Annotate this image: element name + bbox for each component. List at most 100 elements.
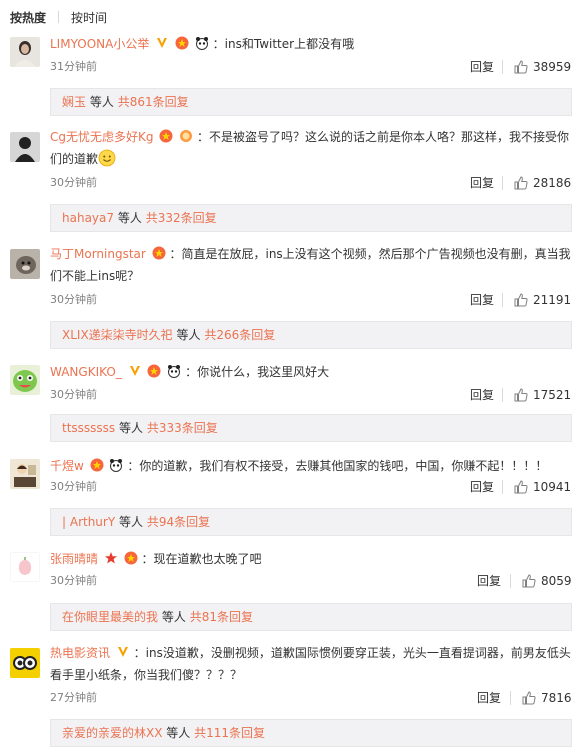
- reply-count-link[interactable]: 共333条回复: [147, 421, 218, 435]
- like-count: 8059: [541, 574, 572, 588]
- reply-button[interactable]: 回复: [470, 175, 494, 191]
- like-count: 10941: [533, 480, 572, 494]
- comment-meta: 30分钟前 回复 8059: [50, 573, 572, 589]
- comment-line: Cg无忧无虑多好Kg ：不是被盗号了吗？这么说的话之前是你本人咯？那这样，我不接…: [50, 126, 572, 148]
- like-button[interactable]: 17521: [514, 387, 571, 403]
- tab-hot[interactable]: 按热度: [10, 9, 46, 26]
- reply-button[interactable]: 回复: [470, 479, 494, 495]
- panda-badge-icon: [110, 459, 123, 472]
- reply-count-link[interactable]: 共861条回复: [118, 95, 189, 109]
- tab-time[interactable]: 按时间: [71, 9, 107, 26]
- comment-text: ：ins没道歉，没删视频，道歉国际惯例要穿正装，光头一直看提词器，前男友低头: [133, 646, 571, 660]
- comment-line: 们不能上ins呢？: [50, 265, 572, 287]
- comment-time: 30分钟前: [50, 293, 97, 306]
- comment-line: 千煜w ：你的道歉，我们有权不接受，去赚其他国家的钱吧，中国，你赚不起！！！！: [50, 455, 572, 477]
- reply-username[interactable]: ttsssssss: [62, 421, 115, 435]
- reply-username[interactable]: 在你眼里最美的我: [62, 610, 158, 624]
- like-button[interactable]: 38959: [514, 59, 571, 75]
- reply-button[interactable]: 回复: [470, 387, 494, 403]
- reply-button[interactable]: 回复: [477, 690, 501, 706]
- like-button[interactable]: 10941: [514, 479, 571, 495]
- sort-tabs: 按热度 按时间: [10, 9, 107, 25]
- reply-count-link[interactable]: 共94条回复: [147, 515, 210, 529]
- username-link[interactable]: 热电影资讯: [50, 646, 110, 660]
- reply-username[interactable]: 娴玉: [62, 95, 86, 109]
- reply-button[interactable]: 回复: [470, 59, 494, 75]
- reply-button[interactable]: 回复: [477, 573, 501, 589]
- avatar[interactable]: [10, 37, 40, 67]
- meta-divider: [502, 176, 503, 190]
- comment-line: LIMYOONA小公举 ：ins和Twitter上都没有哦: [50, 33, 572, 55]
- like-button[interactable]: 8059: [522, 573, 572, 589]
- thumbs-up-icon: [514, 293, 528, 307]
- comment-line: 张雨晴晴 ：现在道歉也太晚了吧: [50, 548, 572, 570]
- comment-time: 27分钟前: [50, 691, 97, 704]
- like-button[interactable]: 21191: [514, 292, 571, 308]
- others-label: 等人: [161, 610, 186, 624]
- red-star-icon: [104, 552, 117, 564]
- avatar[interactable]: [10, 365, 40, 395]
- tab-divider: [58, 11, 60, 23]
- replies-summary[interactable]: hahaya7 等人 共332条回复: [50, 204, 572, 232]
- reply-username[interactable]: 亲爱的亲爱的林XX: [62, 726, 162, 740]
- reply-username[interactable]: XLIX递柒柒寺时久祀: [62, 328, 173, 342]
- username-link[interactable]: 千煜w: [50, 459, 84, 473]
- avatar[interactable]: [10, 648, 40, 678]
- replies-summary[interactable]: 在你眼里最美的我 等人 共81条回复: [50, 603, 572, 631]
- thumbs-up-icon: [514, 60, 528, 74]
- others-label: 等人: [119, 515, 144, 529]
- username-link[interactable]: 张雨晴晴: [50, 552, 98, 566]
- fan-badge-icon: [124, 551, 138, 565]
- avatar[interactable]: [10, 459, 40, 489]
- comment-line: 热电影资讯 ：ins没道歉，没删视频，道歉国际惯例要穿正装，光头一直看提词器，前…: [50, 642, 572, 664]
- fan-badge-icon: [175, 36, 189, 50]
- meta-divider: [510, 574, 511, 588]
- reply-count-link[interactable]: 共111条回复: [194, 726, 265, 740]
- replies-summary[interactable]: 亲爱的亲爱的林XX 等人 共111条回复: [50, 719, 572, 747]
- comment-line: 们的道歉: [50, 148, 572, 170]
- replies-summary[interactable]: ttsssssss 等人 共333条回复: [50, 414, 572, 442]
- avatar[interactable]: [10, 552, 40, 582]
- thumbs-up-icon: [522, 574, 536, 588]
- comment-meta: 31分钟前 回复 38959: [50, 59, 572, 75]
- fan-badge-icon: [159, 129, 173, 143]
- thumbs-up-icon: [514, 480, 528, 494]
- verified-v-icon: [117, 647, 128, 657]
- comment-text: ：你说什么，我这里风好大: [185, 365, 330, 379]
- comment-line: 马丁Morningstar ：简直是在放屁，ins上没有这个视频，然后那个广告视…: [50, 243, 572, 265]
- comment-time: 30分钟前: [50, 176, 97, 189]
- comment-meta: 30分钟前 回复 10941: [50, 479, 572, 495]
- fan-badge-icon: [90, 458, 104, 472]
- replies-summary[interactable]: | ArthurY 等人 共94条回复: [50, 508, 572, 536]
- avatar[interactable]: [10, 132, 40, 162]
- meta-divider: [502, 293, 503, 307]
- panda-badge-icon: [195, 37, 208, 50]
- comment-time: 30分钟前: [50, 480, 97, 493]
- reply-count-link[interactable]: 共266条回复: [204, 328, 275, 342]
- reply-button[interactable]: 回复: [470, 292, 494, 308]
- comment-text-continued: 看手里小纸条，你当我们傻？？？？: [50, 668, 243, 682]
- username-link[interactable]: Cg无忧无虑多好Kg: [50, 130, 153, 144]
- meta-divider: [510, 691, 511, 705]
- comment-meta: 30分钟前 回复 21191: [50, 292, 572, 308]
- comment-text: ：简直是在放屁，ins上没有这个视频，然后那个广告视频也没有删，真当我: [169, 247, 571, 261]
- comment-text: ：你的道歉，我们有权不接受，去赚其他国家的钱吧，中国，你赚不起！！！！: [127, 459, 548, 473]
- replies-summary[interactable]: XLIX递柒柒寺时久祀 等人 共266条回复: [50, 321, 572, 349]
- comment-text: ：现在道歉也太晚了吧: [141, 552, 262, 566]
- panda-badge-icon: [168, 365, 181, 378]
- username-link[interactable]: WANGKIKO_: [50, 365, 122, 379]
- meta-divider: [502, 60, 503, 74]
- reply-username[interactable]: | ArthurY: [62, 515, 115, 529]
- like-button[interactable]: 28186: [514, 175, 571, 191]
- meta-divider: [502, 480, 503, 494]
- reply-count-link[interactable]: 共332条回复: [146, 211, 217, 225]
- verified-v-icon: [129, 366, 140, 376]
- replies-summary[interactable]: 娴玉 等人 共861条回复: [50, 88, 572, 116]
- avatar[interactable]: [10, 249, 40, 279]
- reply-username[interactable]: hahaya7: [62, 211, 114, 225]
- like-button[interactable]: 7816: [522, 690, 572, 706]
- thumbs-up-icon: [514, 388, 528, 402]
- reply-count-link[interactable]: 共81条回复: [190, 610, 253, 624]
- username-link[interactable]: 马丁Morningstar: [50, 247, 146, 261]
- username-link[interactable]: LIMYOONA小公举: [50, 37, 149, 51]
